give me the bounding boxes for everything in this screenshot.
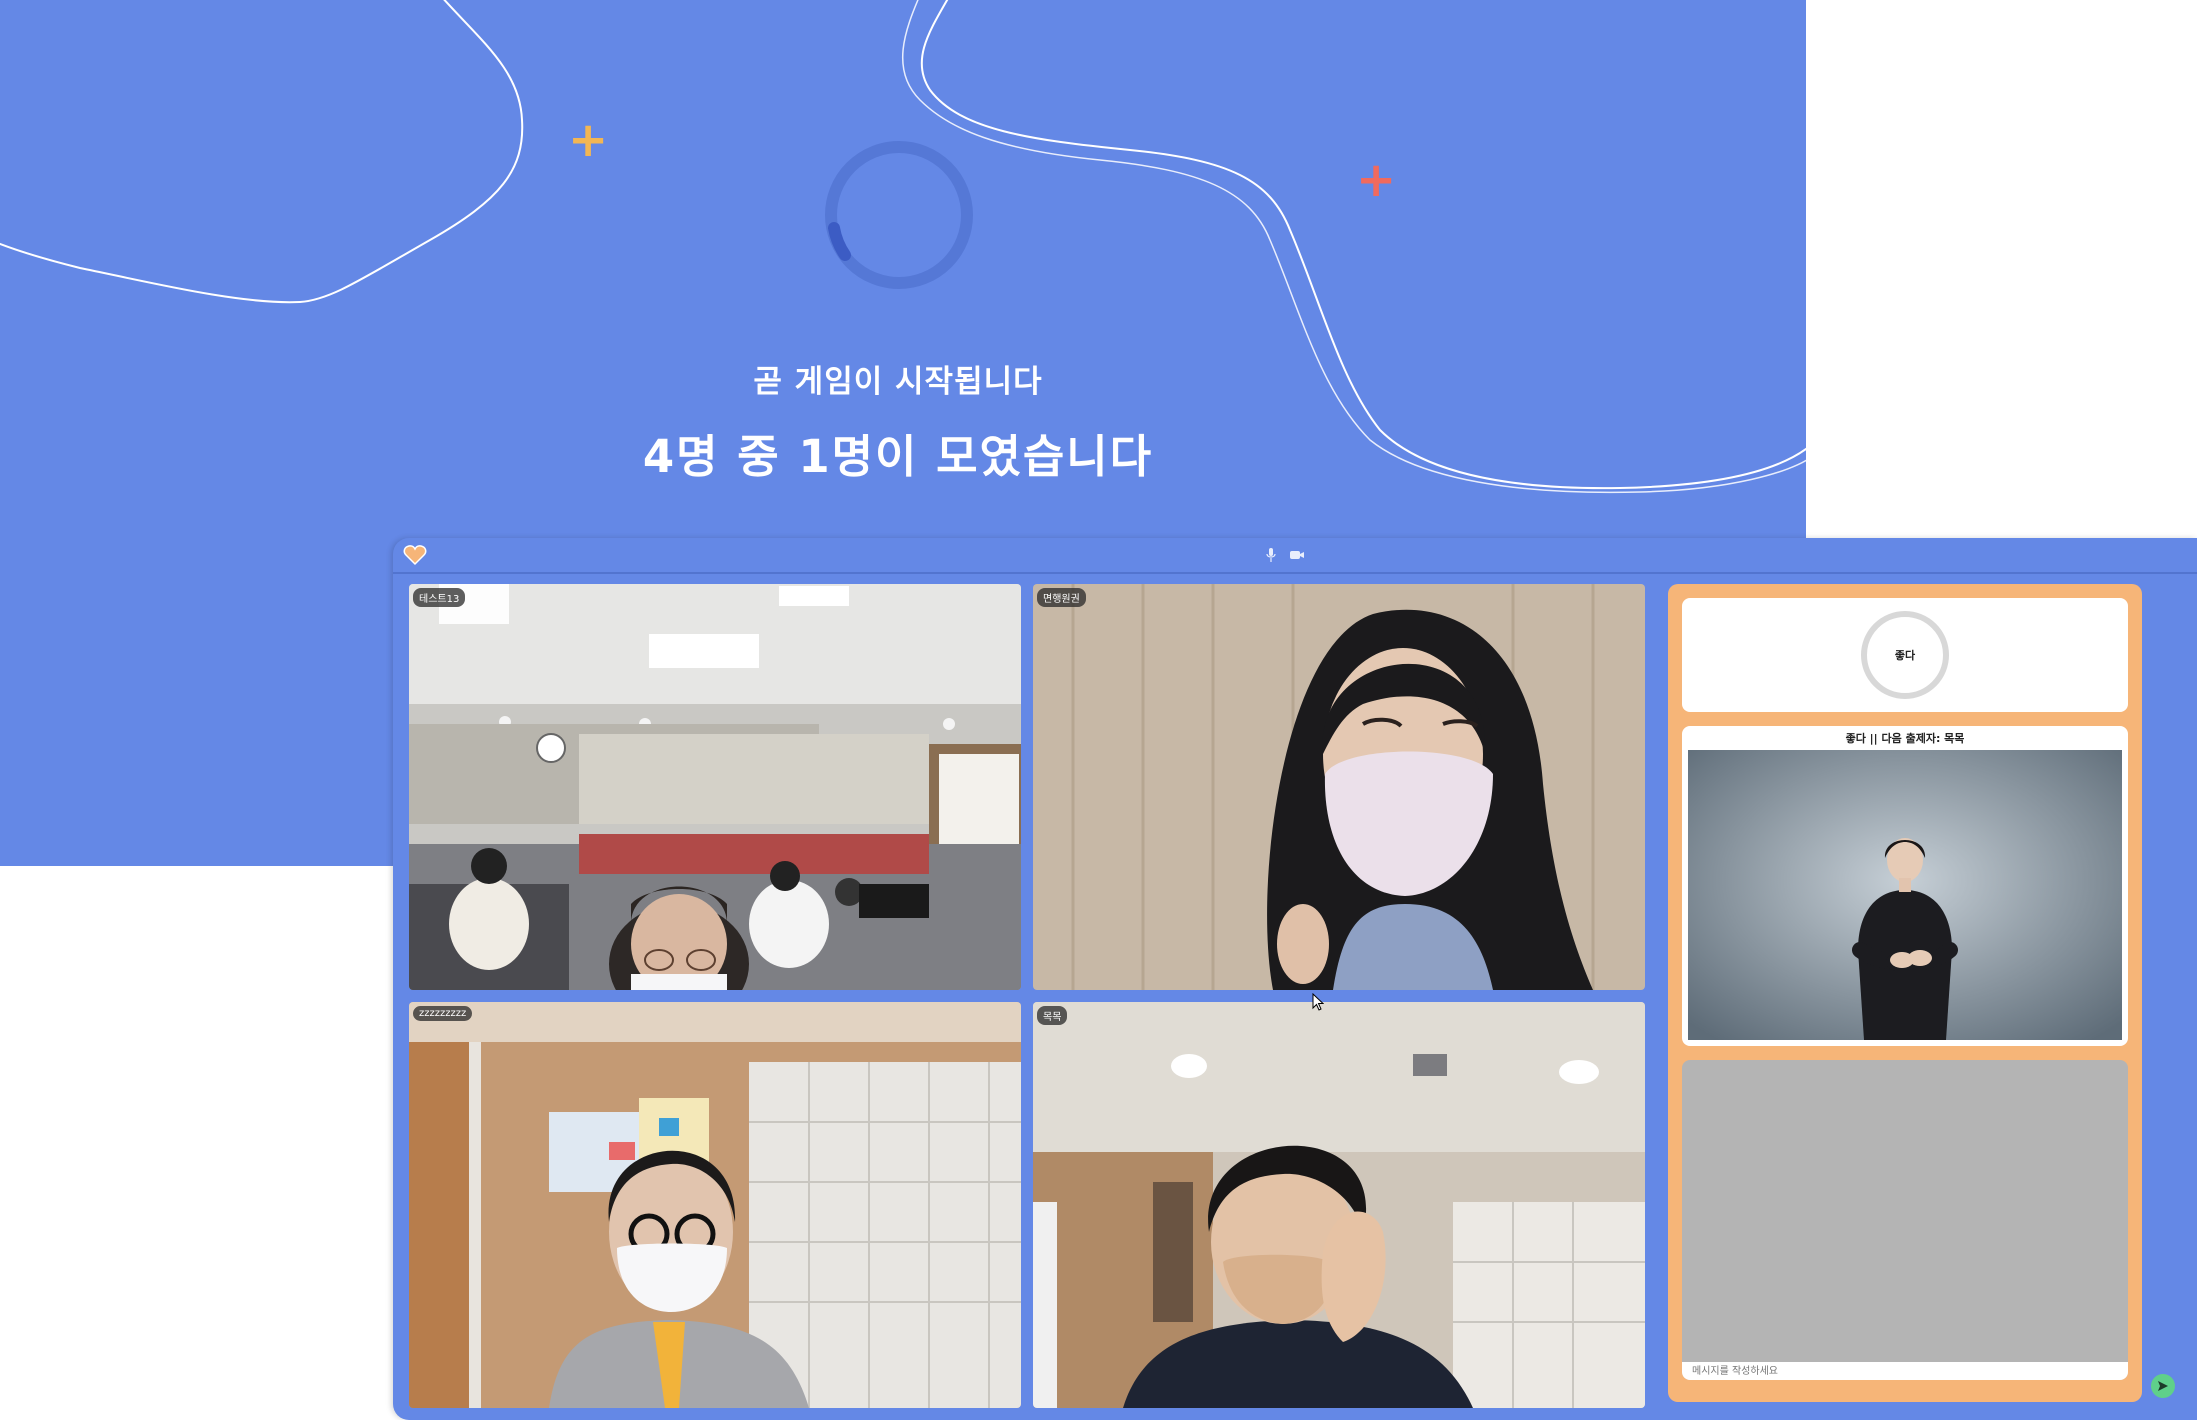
send-button[interactable] xyxy=(2151,1374,2175,1398)
participant-video-tile[interactable]: zzzzzzzzz xyxy=(409,1002,1021,1408)
chat-panel xyxy=(1682,1060,2128,1380)
sign-caption: 좋다 || 다음 출제자: 목목 xyxy=(1845,732,1965,745)
game-starting-text: 곧 게임이 시작됩니다 xyxy=(753,364,1043,400)
video-feed-office xyxy=(409,584,1021,990)
camera-icon[interactable] xyxy=(1290,550,1304,560)
game-window: 테스트13 면행원권 zzzzzzzzz 목목 좋다 좋다 || 다음 출제자:… xyxy=(393,538,2197,1420)
participant-video-tile[interactable]: 테스트13 xyxy=(409,584,1021,990)
participant-video-tile[interactable]: 면행원권 xyxy=(1033,584,1645,990)
sign-language-video[interactable] xyxy=(1688,750,2122,1040)
microphone-icon[interactable] xyxy=(1266,547,1276,563)
current-word: 좋다 xyxy=(1894,649,1916,662)
participant-name: 목목 xyxy=(1037,1006,1068,1025)
participant-video-tile[interactable]: 목목 xyxy=(1033,1002,1645,1408)
timer-card: 좋다 xyxy=(1682,598,2128,712)
participant-name: zzzzzzzzz xyxy=(413,1006,473,1021)
top-bar xyxy=(393,538,2197,574)
mouse-pointer-icon xyxy=(1312,993,1324,1011)
game-side-panel: 좋다 좋다 || 다음 출제자: 목목 xyxy=(1668,584,2142,1402)
heart-logo-icon[interactable] xyxy=(403,544,427,566)
participant-name: 테스트13 xyxy=(413,588,466,607)
chat-input[interactable] xyxy=(1682,1362,2128,1380)
players-gathered-text: 4명 중 1명이 모였습니다 xyxy=(642,430,1154,483)
sparkle-right-icon: + xyxy=(1356,152,1397,208)
video-feed-participant xyxy=(1033,1002,1645,1408)
send-arrow-icon xyxy=(2158,1381,2168,1391)
sparkle-left-icon: + xyxy=(568,112,609,168)
sign-video-card: 좋다 || 다음 출제자: 목목 xyxy=(1682,726,2128,1046)
participant-name: 면행원권 xyxy=(1037,588,1086,607)
video-feed-participant xyxy=(409,1002,1021,1408)
loading-spinner-icon xyxy=(825,141,973,289)
video-feed-participant xyxy=(1033,584,1645,990)
